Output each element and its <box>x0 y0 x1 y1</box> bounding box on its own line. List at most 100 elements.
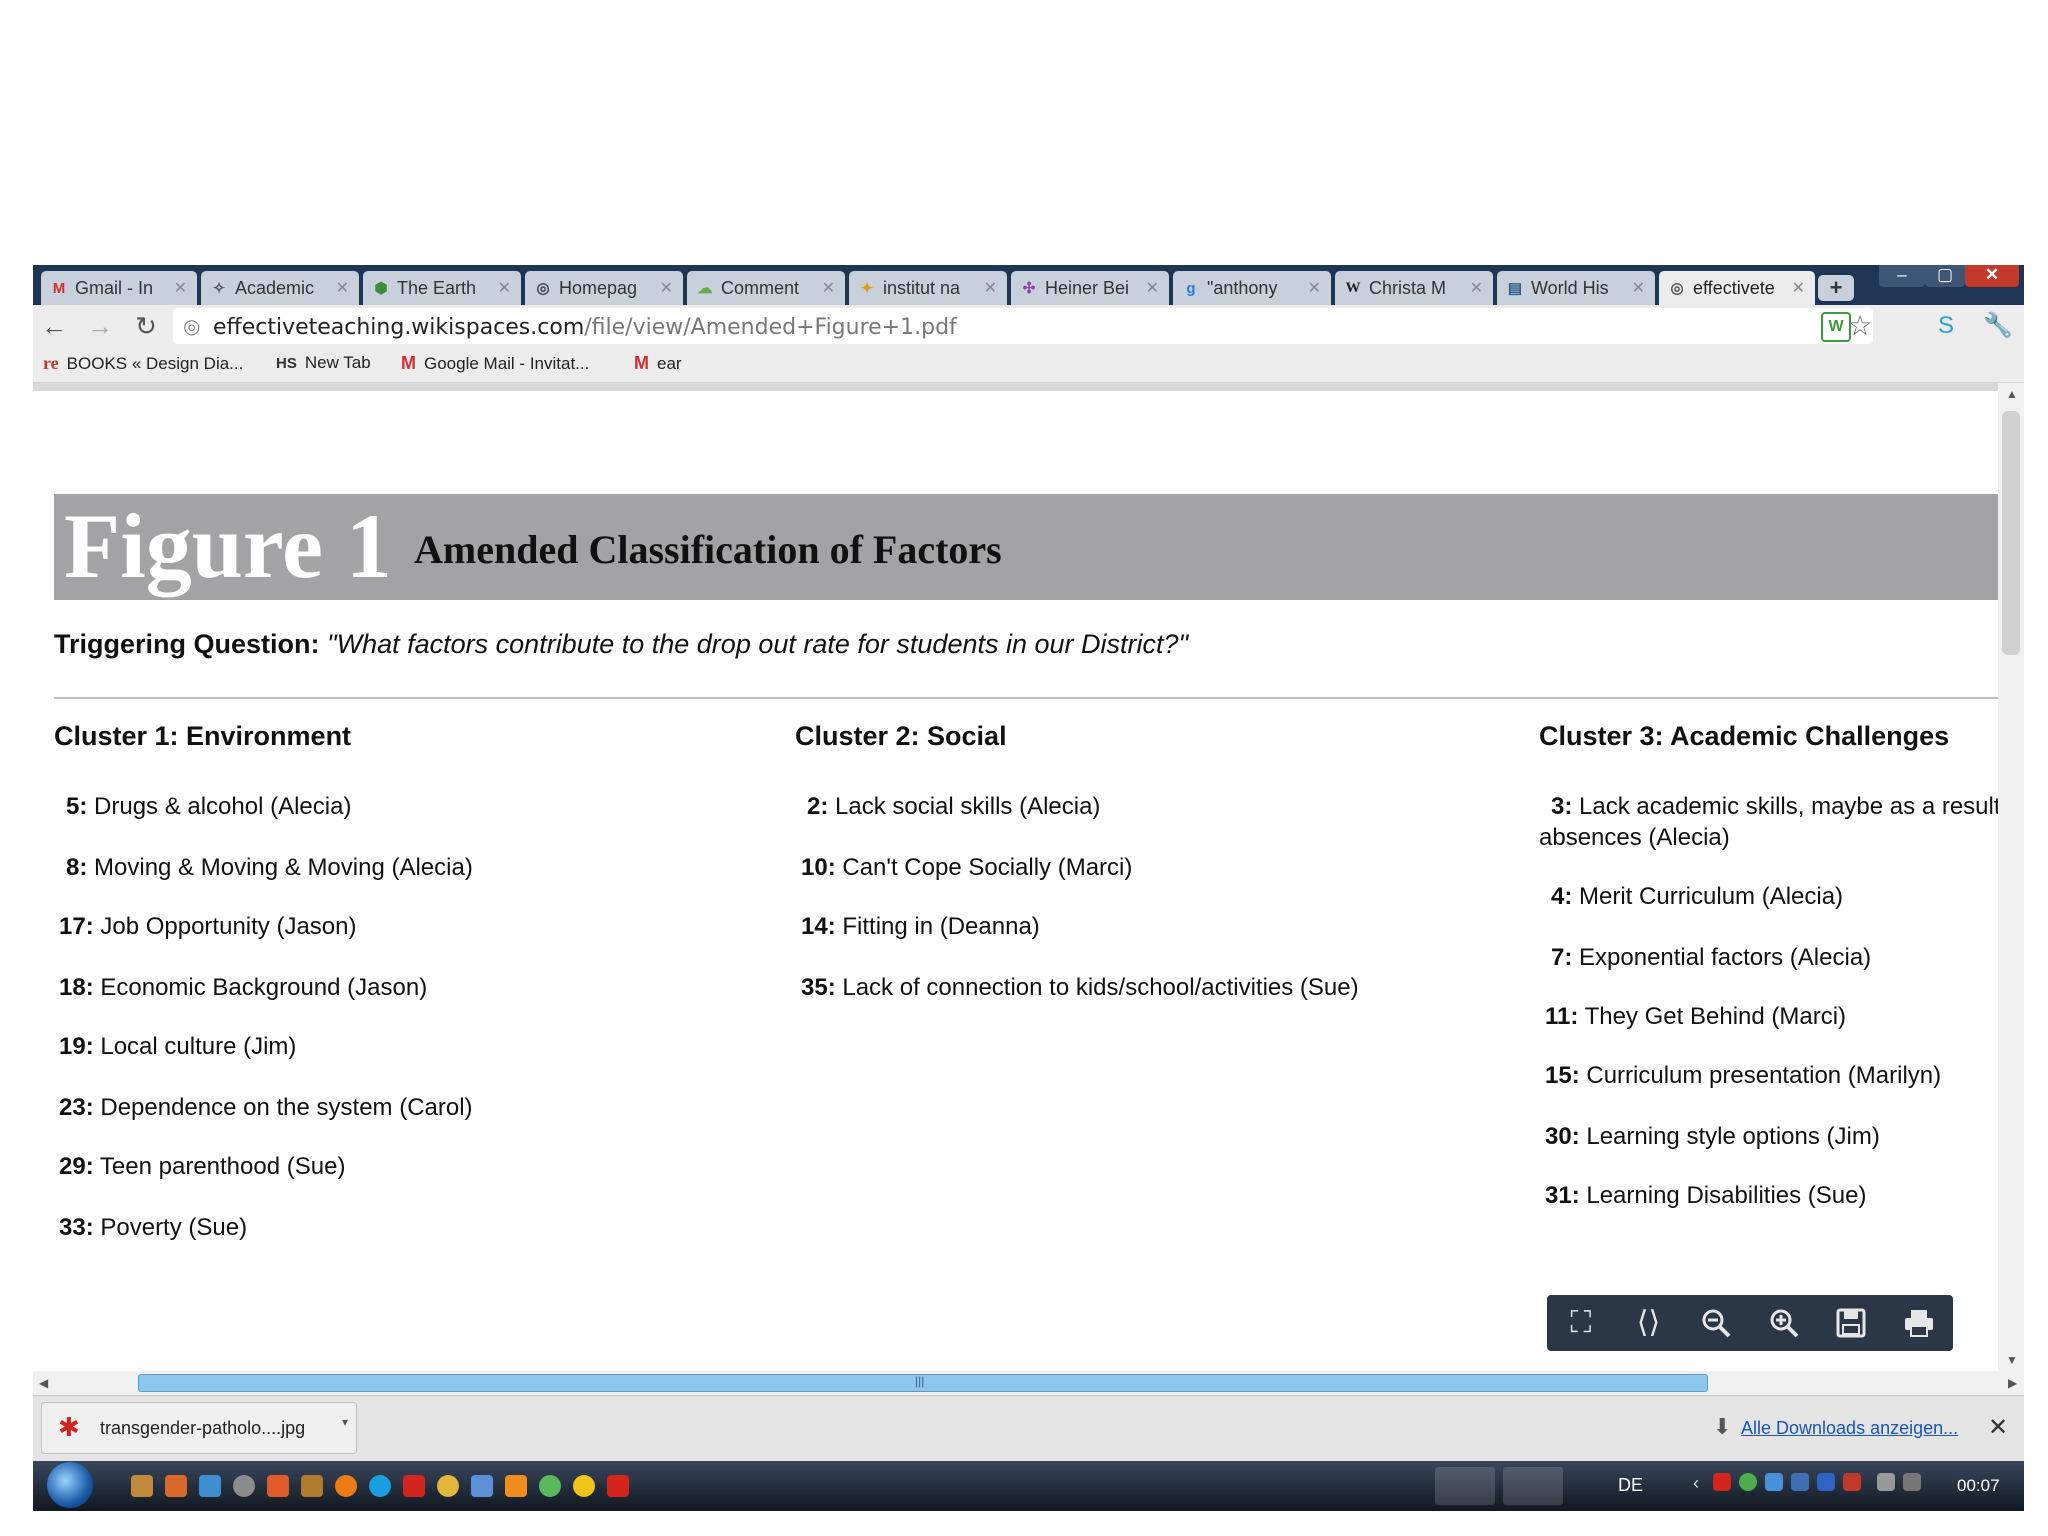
address-bar[interactable]: ◎ effectiveteaching.wikispaces.com/file/… <box>173 308 1873 344</box>
tab-title: Heiner Bei <box>1045 277 1130 298</box>
taskbar-chrome-window[interactable] <box>1435 1467 1495 1505</box>
close-tab-icon[interactable]: ✕ <box>174 278 187 298</box>
list-item: 29: Teen parenthood (Sue) <box>59 1153 346 1180</box>
scroll-down-icon[interactable]: ▼ <box>2006 1353 2018 1367</box>
tab-effectiveteaching[interactable]: ◎ effectivete ✕ <box>1659 271 1815 305</box>
tab-the-earth[interactable]: ⬢ The Earth ✕ <box>363 271 521 305</box>
language-indicator[interactable]: DE <box>1618 1475 1643 1496</box>
close-tab-icon[interactable]: ✕ <box>1308 278 1321 298</box>
download-item[interactable]: ✱ transgender-patholo....jpg ▾ <box>41 1402 357 1454</box>
app-launcher-icon[interactable] <box>607 1475 629 1497</box>
app-launcher-icon[interactable] <box>471 1475 493 1497</box>
tray-icon[interactable] <box>1713 1473 1731 1491</box>
tab-heiner[interactable]: ✣ Heiner Bei ✕ <box>1011 271 1169 305</box>
chrome-icon[interactable] <box>437 1475 459 1497</box>
windows-taskbar: DE ‹ 00:07 <box>33 1461 2024 1511</box>
save-button[interactable] <box>1826 1298 1876 1348</box>
bookmark-ear[interactable]: M ear <box>634 353 682 374</box>
show-all-downloads-link[interactable]: Alle Downloads anzeigen... <box>1741 1418 1958 1439</box>
tab-homepage[interactable]: ◎ Homepag ✕ <box>525 271 683 305</box>
close-tab-icon[interactable]: ✕ <box>660 278 673 298</box>
browser-window: M Gmail - In ✕ ✧ Academic ✕ ⬢ The Earth … <box>33 265 2024 1511</box>
close-tab-icon[interactable]: ✕ <box>822 278 835 298</box>
zoom-out-button[interactable] <box>1691 1298 1741 1348</box>
tab-world-history[interactable]: ▤ World His ✕ <box>1497 271 1655 305</box>
close-tab-icon[interactable]: ✕ <box>1146 278 1159 298</box>
tray-icon[interactable] <box>1791 1473 1809 1491</box>
scroll-up-icon[interactable]: ▲ <box>2006 387 2018 401</box>
close-tab-icon[interactable]: ✕ <box>1792 278 1805 298</box>
horizontal-scrollbar[interactable]: ◀ ||| ▶ <box>33 1371 2024 1395</box>
url-text[interactable]: effectiveteaching.wikispaces.com/file/vi… <box>213 315 957 340</box>
fit-page-button[interactable]: ⛶ <box>1556 1298 1606 1348</box>
taskbar-window[interactable] <box>1503 1467 1563 1505</box>
close-tab-icon[interactable]: ✕ <box>336 278 349 298</box>
reload-icon: ↻ <box>135 311 157 341</box>
new-tab-button[interactable]: + <box>1818 275 1854 301</box>
scroll-thumb[interactable] <box>2002 411 2020 655</box>
forward-button[interactable]: → <box>85 311 115 341</box>
tab-gmail[interactable]: M Gmail - In ✕ <box>41 271 197 305</box>
tab-title: Gmail - In <box>75 277 154 298</box>
cloud-icon: ☁ <box>697 280 713 297</box>
vertical-scrollbar[interactable]: ▲ ▼ <box>1998 383 2024 1371</box>
app-launcher-icon[interactable] <box>165 1475 187 1497</box>
shield-icon[interactable] <box>1843 1473 1861 1491</box>
skype-icon[interactable] <box>369 1475 391 1497</box>
clock[interactable]: 00:07 <box>1957 1476 2000 1496</box>
close-icon[interactable]: ✕ <box>1988 1413 2008 1442</box>
tab-academic[interactable]: ✧ Academic ✕ <box>201 271 359 305</box>
tab-christa[interactable]: W Christa M ✕ <box>1335 271 1493 305</box>
fit-width-button[interactable]: ⟨⟩ <box>1623 1298 1673 1348</box>
app-launcher-icon[interactable] <box>573 1475 595 1497</box>
volume-icon[interactable] <box>1903 1473 1921 1491</box>
cluster-heading: Cluster 3: Academic Challenges <box>1539 721 1950 751</box>
app-launcher-icon[interactable] <box>199 1475 221 1497</box>
chevron-left-icon[interactable]: ‹ <box>1693 1473 1699 1494</box>
app-launcher-icon[interactable] <box>131 1475 153 1497</box>
dropbox-icon[interactable] <box>1765 1473 1783 1491</box>
scroll-left-icon[interactable]: ◀ <box>39 1376 48 1390</box>
tray-icon[interactable] <box>1817 1473 1835 1491</box>
network-icon[interactable] <box>1877 1473 1895 1491</box>
scroll-right-icon[interactable]: ▶ <box>2008 1376 2017 1390</box>
reload-button[interactable]: ↻ <box>131 311 161 341</box>
maximize-button[interactable]: ▢ <box>1925 265 1965 287</box>
bookmark-books[interactable]: re BOOKS « Design Dia... <box>43 353 243 374</box>
scroll-thumb[interactable]: ||| <box>138 1374 1708 1392</box>
firefox-icon[interactable] <box>335 1475 357 1497</box>
figure-label: Figure 1 <box>64 495 392 597</box>
trigger-text: "What factors contribute to the drop out… <box>327 629 1189 659</box>
bookmark-new-tab[interactable]: HS New Tab <box>276 353 371 373</box>
close-tab-icon[interactable]: ✕ <box>498 278 511 298</box>
start-button[interactable] <box>47 1462 93 1508</box>
tab-title: World His <box>1531 277 1609 298</box>
app-launcher-icon[interactable] <box>539 1475 561 1497</box>
close-window-button[interactable]: ✕ <box>1965 265 2019 287</box>
system-tray[interactable]: ‹ <box>1693 1473 1943 1499</box>
app-launcher-icon[interactable] <box>233 1475 255 1497</box>
print-button[interactable] <box>1894 1298 1944 1348</box>
page-info-icon[interactable]: ◎ <box>183 314 200 339</box>
skype-icon[interactable]: S <box>1931 311 1961 341</box>
zoom-in-button[interactable] <box>1759 1298 1809 1348</box>
app-launcher-icon[interactable] <box>301 1475 323 1497</box>
minimize-button[interactable]: – <box>1879 265 1925 287</box>
tab-comment[interactable]: ☁ Comment ✕ <box>687 271 845 305</box>
tab-anthony[interactable]: g "anthony ✕ <box>1173 271 1331 305</box>
back-button[interactable]: ← <box>39 311 69 341</box>
close-tab-icon[interactable]: ✕ <box>984 278 997 298</box>
wrench-icon[interactable]: 🔧 <box>1983 311 2013 341</box>
close-tab-icon[interactable]: ✕ <box>1470 278 1483 298</box>
chevron-down-icon[interactable]: ▾ <box>342 1415 348 1429</box>
url-host: effectiveteaching.wikispaces.com <box>213 315 585 340</box>
tab-institut[interactable]: ✦ institut na ✕ <box>849 271 1007 305</box>
vlc-icon[interactable] <box>505 1475 527 1497</box>
app-launcher-icon[interactable] <box>267 1475 289 1497</box>
app-launcher-icon[interactable] <box>403 1475 425 1497</box>
gmail-icon: M <box>52 279 66 297</box>
bookmark-google-mail[interactable]: M Google Mail - Invitat... <box>401 353 589 374</box>
tray-icon[interactable] <box>1739 1473 1757 1491</box>
bookmark-star-icon[interactable]: ☆ <box>1845 309 1875 342</box>
close-tab-icon[interactable]: ✕ <box>1632 278 1645 298</box>
